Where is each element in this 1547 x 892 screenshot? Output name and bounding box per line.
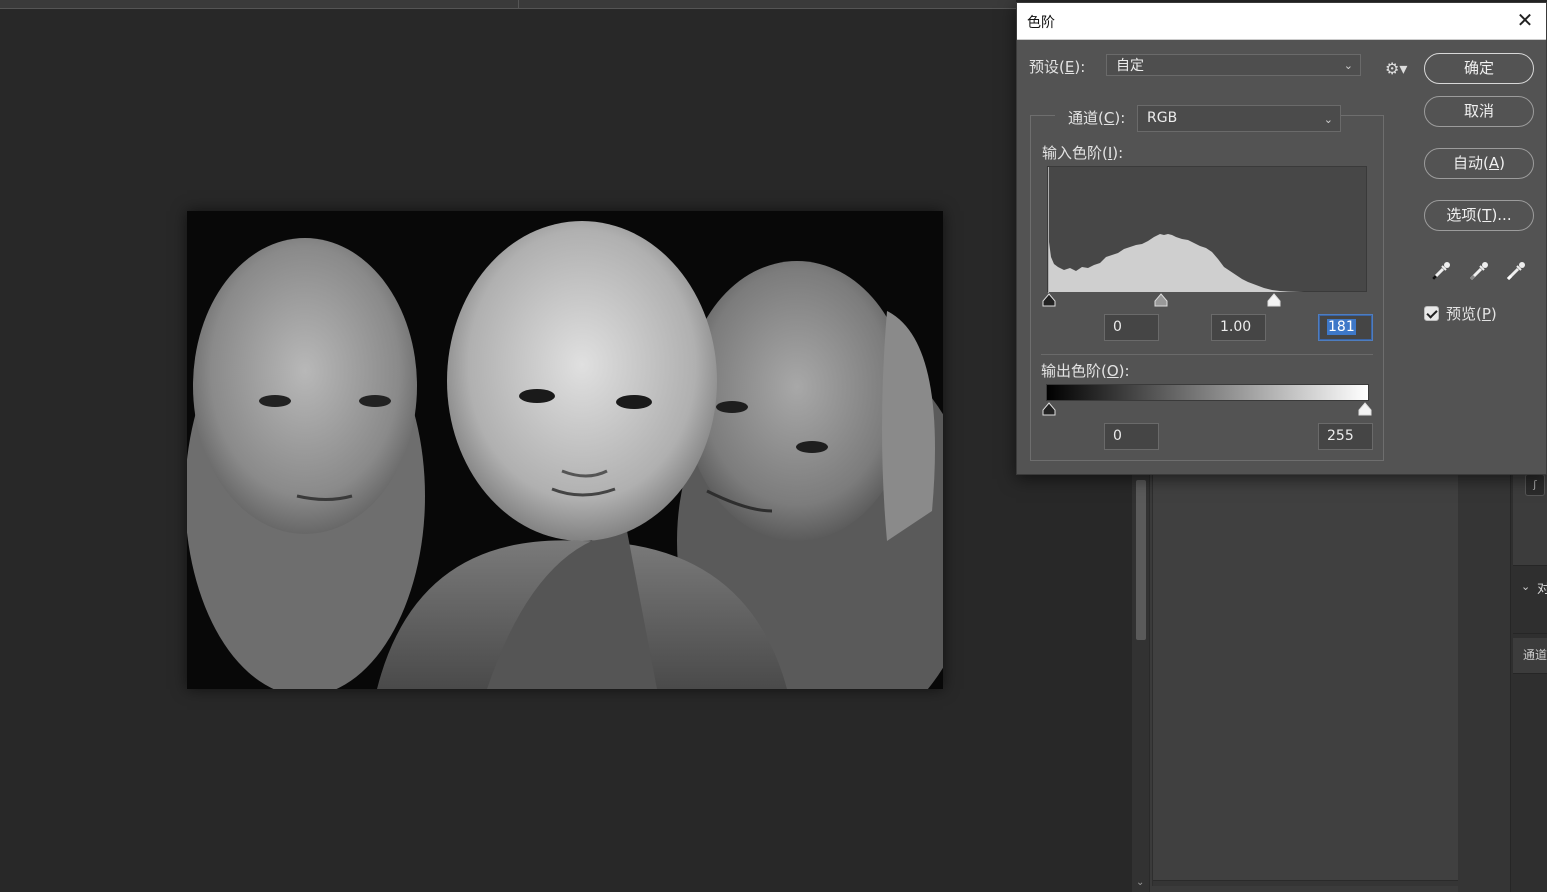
output-levels-end: ): — [1118, 362, 1130, 380]
gear-icon[interactable]: ⚙▾ — [1385, 59, 1407, 78]
panel-gutter — [1458, 474, 1510, 892]
channels-tab-label[interactable]: 通道 — [1523, 646, 1547, 663]
input-midtone-field[interactable]: 1.00 — [1211, 314, 1266, 341]
auto-label-end: ) — [1499, 154, 1505, 172]
input-levels-label: 输入色阶(I): — [1042, 142, 1123, 163]
close-icon[interactable]: ✕ — [1514, 9, 1536, 31]
input-shadow-handle[interactable] — [1042, 293, 1056, 307]
document-image[interactable] — [187, 211, 943, 689]
input-highlight-handle[interactable] — [1267, 293, 1281, 307]
preview-access-key: P — [1481, 305, 1491, 323]
preview-label-text: 预览( — [1446, 305, 1482, 323]
properties-panel — [1152, 474, 1458, 886]
scroll-down-icon[interactable]: ⌄ — [1136, 877, 1144, 888]
output-levels-access-key: O — [1106, 362, 1119, 380]
panel-scrollbar[interactable]: ⌄ — [1132, 474, 1150, 892]
histogram-graph — [1048, 167, 1368, 293]
output-shadow-handle[interactable] — [1042, 402, 1056, 416]
auto-access-key: A — [1488, 154, 1500, 172]
input-highlight-value: 181 — [1327, 319, 1356, 335]
section-divider — [1041, 354, 1373, 355]
output-highlight-handle[interactable] — [1358, 402, 1372, 416]
dock-block-mid — [1513, 572, 1547, 634]
gray-point-eyedropper-icon[interactable] — [1467, 259, 1491, 283]
photo-placeholder — [187, 211, 943, 689]
channel-label-text: 通道( — [1068, 109, 1104, 127]
channel-label-end: ): — [1114, 109, 1126, 127]
output-shadow-field[interactable]: 0 — [1104, 423, 1159, 450]
document-tab-strip[interactable] — [0, 0, 1016, 9]
chevron-down-icon: ⌄ — [1343, 59, 1353, 72]
chevron-down-icon: ⌄ — [1323, 113, 1333, 126]
input-shadow-field[interactable]: 0 — [1104, 314, 1159, 341]
channel-label: 通道(C): — [1068, 107, 1125, 128]
preview-label[interactable]: 预览(P) — [1446, 303, 1497, 324]
preset-label-text: 预设( — [1029, 58, 1065, 76]
preset-label: 预设(E): — [1029, 56, 1085, 77]
dialog-titlebar[interactable]: 色阶 ✕ — [1017, 3, 1546, 40]
options-label: 选项( — [1446, 206, 1483, 224]
input-highlight-field[interactable]: 181 — [1318, 314, 1373, 341]
preset-select[interactable]: 自定 ⌄ — [1106, 54, 1361, 76]
output-gradient-bar — [1046, 384, 1369, 401]
auto-label: 自动( — [1453, 154, 1489, 172]
options-label-end: )... — [1491, 206, 1512, 224]
input-levels-end: ): — [1112, 144, 1124, 162]
output-levels-text: 输出色阶( — [1041, 362, 1107, 380]
options-button[interactable]: 选项(T)... — [1424, 200, 1534, 231]
input-levels-text: 输入色阶( — [1042, 144, 1108, 162]
preset-access-key: E — [1064, 58, 1075, 76]
black-point-eyedropper-icon[interactable] — [1429, 259, 1453, 283]
side-dock: ✋ ʃ ⌄ 对 通道 — [1510, 474, 1547, 892]
dialog-title: 色阶 — [1027, 15, 1055, 31]
channel-value: RGB — [1147, 110, 1178, 126]
input-midtone-handle[interactable] — [1154, 293, 1168, 307]
channel-access-key: C — [1103, 109, 1115, 127]
histogram — [1047, 166, 1368, 293]
channel-select[interactable]: RGB ⌄ — [1137, 105, 1341, 132]
preset-label-end: ): — [1074, 58, 1086, 76]
output-levels-label: 输出色阶(O): — [1041, 360, 1130, 381]
scrollbar-thumb[interactable] — [1136, 480, 1146, 640]
preset-value: 自定 — [1116, 58, 1144, 74]
auto-button[interactable]: 自动(A) — [1424, 148, 1534, 179]
hand-tool-icon-overlay[interactable]: ʃ — [1525, 474, 1545, 496]
ok-button[interactable]: 确定 — [1424, 53, 1534, 84]
preview-checkbox[interactable] — [1424, 306, 1439, 321]
tab-divider — [518, 0, 519, 9]
cancel-button[interactable]: 取消 — [1424, 96, 1534, 127]
panel-footer — [1153, 880, 1458, 886]
output-highlight-field[interactable]: 255 — [1318, 423, 1373, 450]
white-point-eyedropper-icon[interactable] — [1504, 259, 1528, 283]
preview-label-end: ) — [1490, 305, 1497, 323]
